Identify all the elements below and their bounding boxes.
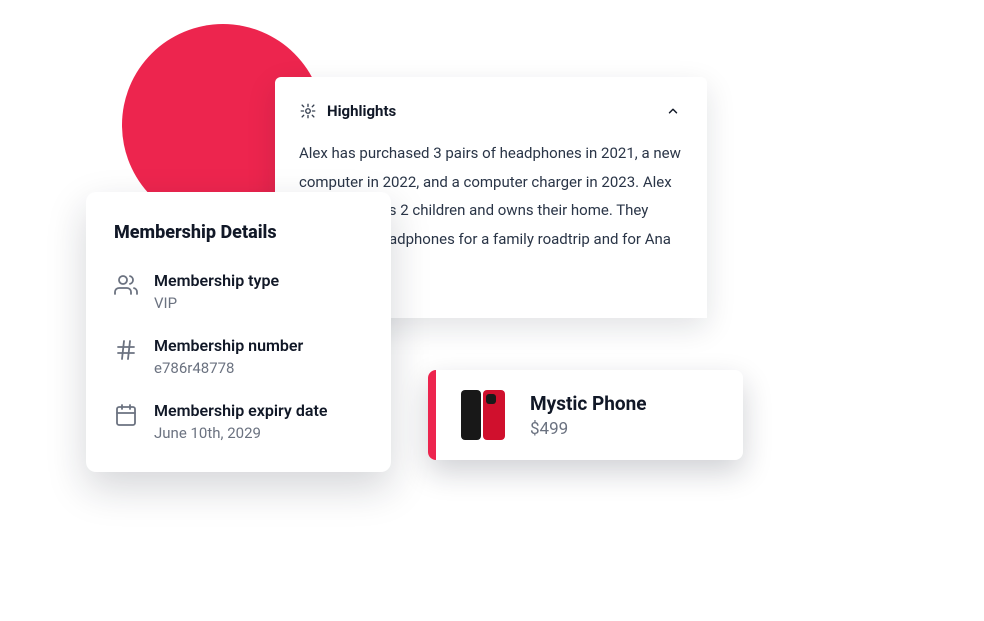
membership-value: June 10th, 2029 bbox=[154, 424, 327, 442]
membership-item-text: Membership number e786r48778 bbox=[154, 336, 303, 377]
membership-item-type: Membership type VIP bbox=[114, 271, 363, 312]
membership-label: Membership expiry date bbox=[154, 401, 327, 420]
product-accent-bar bbox=[428, 370, 436, 460]
membership-item-text: Membership expiry date June 10th, 2029 bbox=[154, 401, 327, 442]
product-content: Mystic Phone $499 bbox=[436, 370, 743, 460]
highlights-title-wrap: Highlights bbox=[299, 102, 396, 120]
membership-item-expiry: Membership expiry date June 10th, 2029 bbox=[114, 401, 363, 442]
membership-item-number: Membership number e786r48778 bbox=[114, 336, 363, 377]
membership-title: Membership Details bbox=[114, 222, 363, 243]
membership-label: Membership type bbox=[154, 271, 279, 290]
membership-label: Membership number bbox=[154, 336, 303, 355]
phone-graphic-red bbox=[483, 390, 505, 440]
users-icon bbox=[114, 273, 138, 297]
collapse-button[interactable] bbox=[663, 101, 683, 121]
calendar-icon bbox=[114, 403, 138, 427]
product-price: $499 bbox=[530, 419, 647, 439]
membership-value: VIP bbox=[154, 294, 279, 312]
membership-card: Membership Details Membership type VIP bbox=[86, 192, 391, 472]
membership-value: e786r48778 bbox=[154, 359, 303, 377]
membership-item-text: Membership type VIP bbox=[154, 271, 279, 312]
hash-icon bbox=[114, 338, 138, 362]
phone-graphic-black bbox=[461, 390, 481, 440]
highlights-title: Highlights bbox=[327, 102, 396, 120]
product-image bbox=[454, 386, 512, 444]
product-text: Mystic Phone $499 bbox=[530, 392, 647, 439]
highlights-header: Highlights bbox=[299, 101, 683, 121]
product-name: Mystic Phone bbox=[530, 392, 647, 415]
product-card[interactable]: Mystic Phone $499 bbox=[428, 370, 743, 460]
sparkle-icon bbox=[299, 102, 317, 120]
